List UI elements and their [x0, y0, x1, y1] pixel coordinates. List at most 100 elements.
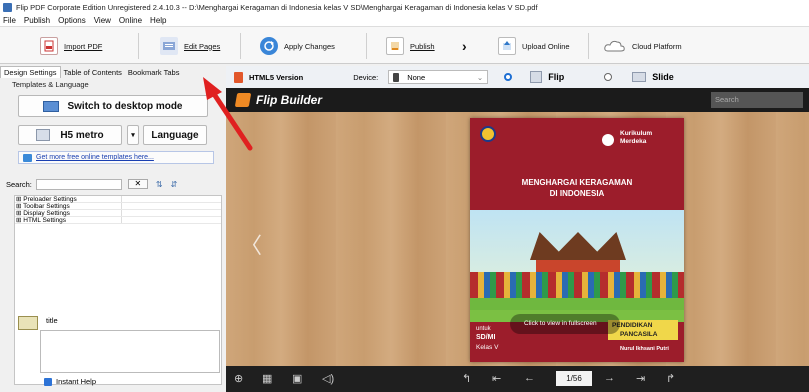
collapse-all-icon[interactable]: ⇵ — [171, 180, 178, 189]
instant-help-checkbox[interactable]: Instant Help — [44, 377, 96, 386]
flip-label[interactable]: Flip — [548, 72, 564, 82]
switch-desktop-button[interactable]: Switch to desktop mode — [18, 95, 208, 117]
main-toolbar: Import PDF Edit Pages Apply Changes Publ… — [0, 26, 809, 64]
next-page-icon[interactable]: → — [604, 372, 615, 384]
edit-pages-label: Edit Pages — [184, 41, 221, 51]
help-title: title — [46, 316, 58, 325]
chevron-right-icon[interactable]: › — [462, 35, 467, 57]
tree-item-html[interactable]: ⊞ HTML Settings — [15, 217, 221, 224]
flipbuilder-header: Flip Builder Search — [226, 88, 809, 112]
cloud-platform-button[interactable]: Cloud Platform — [604, 35, 682, 57]
previous-page-icon[interactable]: ← — [524, 372, 535, 384]
end-icon[interactable]: ⇥ — [636, 372, 645, 385]
tree-item-label: ⊞ Display Settings — [16, 210, 122, 217]
level-label-1: SD/MI — [476, 334, 496, 341]
slide-icon — [632, 72, 647, 82]
info-icon — [23, 153, 32, 162]
import-pdf-button[interactable]: Import PDF — [40, 35, 102, 57]
upload-online-button[interactable]: Upload Online — [498, 35, 570, 57]
title-bar: Flip PDF Corporate Edition Unregistered … — [0, 0, 809, 14]
book-title-2: DI INDONESIA — [549, 189, 605, 198]
flip-radio[interactable] — [504, 73, 513, 81]
help-area: title Instant Help — [14, 314, 222, 390]
flipbuilder-logo: Flip Builder — [256, 93, 322, 107]
first-page-icon[interactable]: ↰ — [462, 372, 471, 385]
menu-file[interactable]: File — [3, 16, 16, 25]
get-templates-link[interactable]: Get more free online templates here... — [36, 154, 154, 161]
slide-label[interactable]: Slide — [652, 72, 674, 82]
menu-online[interactable]: Online — [119, 16, 142, 25]
template-dropdown-arrow[interactable]: ▾ — [127, 125, 139, 145]
tab-bookmark-tabs[interactable]: Bookmark Tabs — [125, 67, 183, 78]
preview-toolbar: HTML5 Version Device: None ⌄ Flip Slide — [226, 66, 809, 88]
tree-item-toolbar[interactable]: ⊞ Toolbar Settings — [15, 203, 221, 210]
settings-search-input[interactable] — [35, 178, 122, 190]
subject-label-2: PANCASILA — [620, 331, 658, 338]
publish-button[interactable]: Publish — [386, 35, 435, 57]
apply-changes-label: Apply Changes — [284, 41, 335, 51]
sound-icon[interactable]: ◁) — [322, 372, 334, 385]
language-button[interactable]: Language — [143, 125, 207, 145]
edit-pages-icon — [160, 37, 178, 55]
level-label-2: Kelas V — [476, 344, 499, 351]
pdf-file-icon — [40, 37, 58, 55]
menu-options[interactable]: Options — [58, 16, 86, 25]
tree-item-display[interactable]: ⊞ Display Settings — [15, 210, 221, 217]
checkbox-checked-icon — [44, 377, 52, 386]
thumbnails-icon[interactable]: ▦ — [262, 372, 272, 385]
book-title-1: MENGHARGAI KERAGAMAN — [521, 178, 633, 187]
tut-wuri-logo — [480, 126, 496, 142]
menu-publish[interactable]: Publish — [24, 16, 50, 25]
template-name: H5 metro — [60, 129, 104, 141]
clear-search-icon[interactable]: ✕ — [127, 179, 148, 189]
upload-online-label: Upload Online — [522, 41, 570, 51]
tab-table-of-contents[interactable]: Table of Contents — [61, 67, 125, 78]
apply-changes-button[interactable]: Apply Changes — [260, 35, 335, 57]
chevron-down-icon: ⌄ — [476, 72, 484, 82]
people-row — [470, 272, 684, 300]
device-select[interactable]: None ⌄ — [388, 70, 489, 84]
tab-design-settings[interactable]: Design Settings — [0, 66, 61, 78]
page-number-field[interactable]: 1/56 — [556, 371, 592, 386]
menu-view[interactable]: View — [94, 16, 111, 25]
menu-bar: File Publish Options View Online Help — [0, 14, 809, 26]
kurikulum-text-2: Merdeka — [620, 138, 647, 145]
autoplay-icon[interactable]: ▣ — [292, 372, 302, 385]
tree-item-label: ⊞ HTML Settings — [16, 217, 122, 224]
design-settings-panel: Templates & Language Switch to desktop m… — [0, 78, 226, 392]
settings-search-row: Search: ✕ ⇅ ⇵ — [6, 178, 220, 190]
device-icon — [393, 72, 400, 82]
upload-icon — [498, 37, 516, 55]
book-cover[interactable]: Kurikulum Merdeka MENGHARGAI KERAGAMAN D… — [470, 118, 684, 362]
get-templates-box[interactable]: Get more free online templates here... — [18, 151, 214, 164]
expand-all-icon[interactable]: ⇅ — [156, 180, 163, 189]
kurikulum-text-1: Kurikulum — [620, 130, 653, 137]
tree-item-preloader[interactable]: ⊞ Preloader Settings — [15, 196, 221, 203]
last-page-icon[interactable]: ↱ — [666, 372, 675, 385]
flipbook-search-input[interactable]: Search — [711, 92, 803, 108]
window-title: Flip PDF Corporate Edition Unregistered … — [16, 2, 538, 12]
edit-pages-button[interactable]: Edit Pages — [160, 35, 220, 57]
menu-help[interactable]: Help — [150, 16, 166, 25]
html5-icon — [234, 71, 243, 83]
grass — [470, 298, 684, 310]
import-pdf-label: Import PDF — [64, 41, 103, 51]
help-textbox[interactable] — [40, 330, 220, 373]
author-label: Nurul Ikhsani Putri — [620, 346, 669, 352]
slide-radio[interactable] — [604, 73, 613, 81]
settings-tabs: Design Settings Table of Contents Bookma… — [0, 66, 226, 78]
toolbar-separator — [366, 33, 367, 59]
device-value: None — [407, 72, 426, 82]
previous-page-arrow-icon[interactable]: 〈 — [240, 228, 262, 260]
house-roof — [530, 232, 626, 260]
cloud-icon — [604, 37, 626, 55]
tree-item-label: ⊞ Toolbar Settings — [16, 203, 122, 210]
template-button[interactable]: H5 metro — [18, 125, 122, 145]
flip-icon — [530, 71, 543, 83]
cloud-platform-label: Cloud Platform — [632, 41, 682, 51]
device-label: Device: — [353, 72, 379, 82]
start-icon[interactable]: ⇤ — [492, 372, 501, 385]
switch-desktop-label: Switch to desktop mode — [67, 100, 183, 112]
instant-help-label: Instant Help — [56, 377, 97, 386]
zoom-in-icon[interactable]: ⊕ — [234, 372, 243, 385]
